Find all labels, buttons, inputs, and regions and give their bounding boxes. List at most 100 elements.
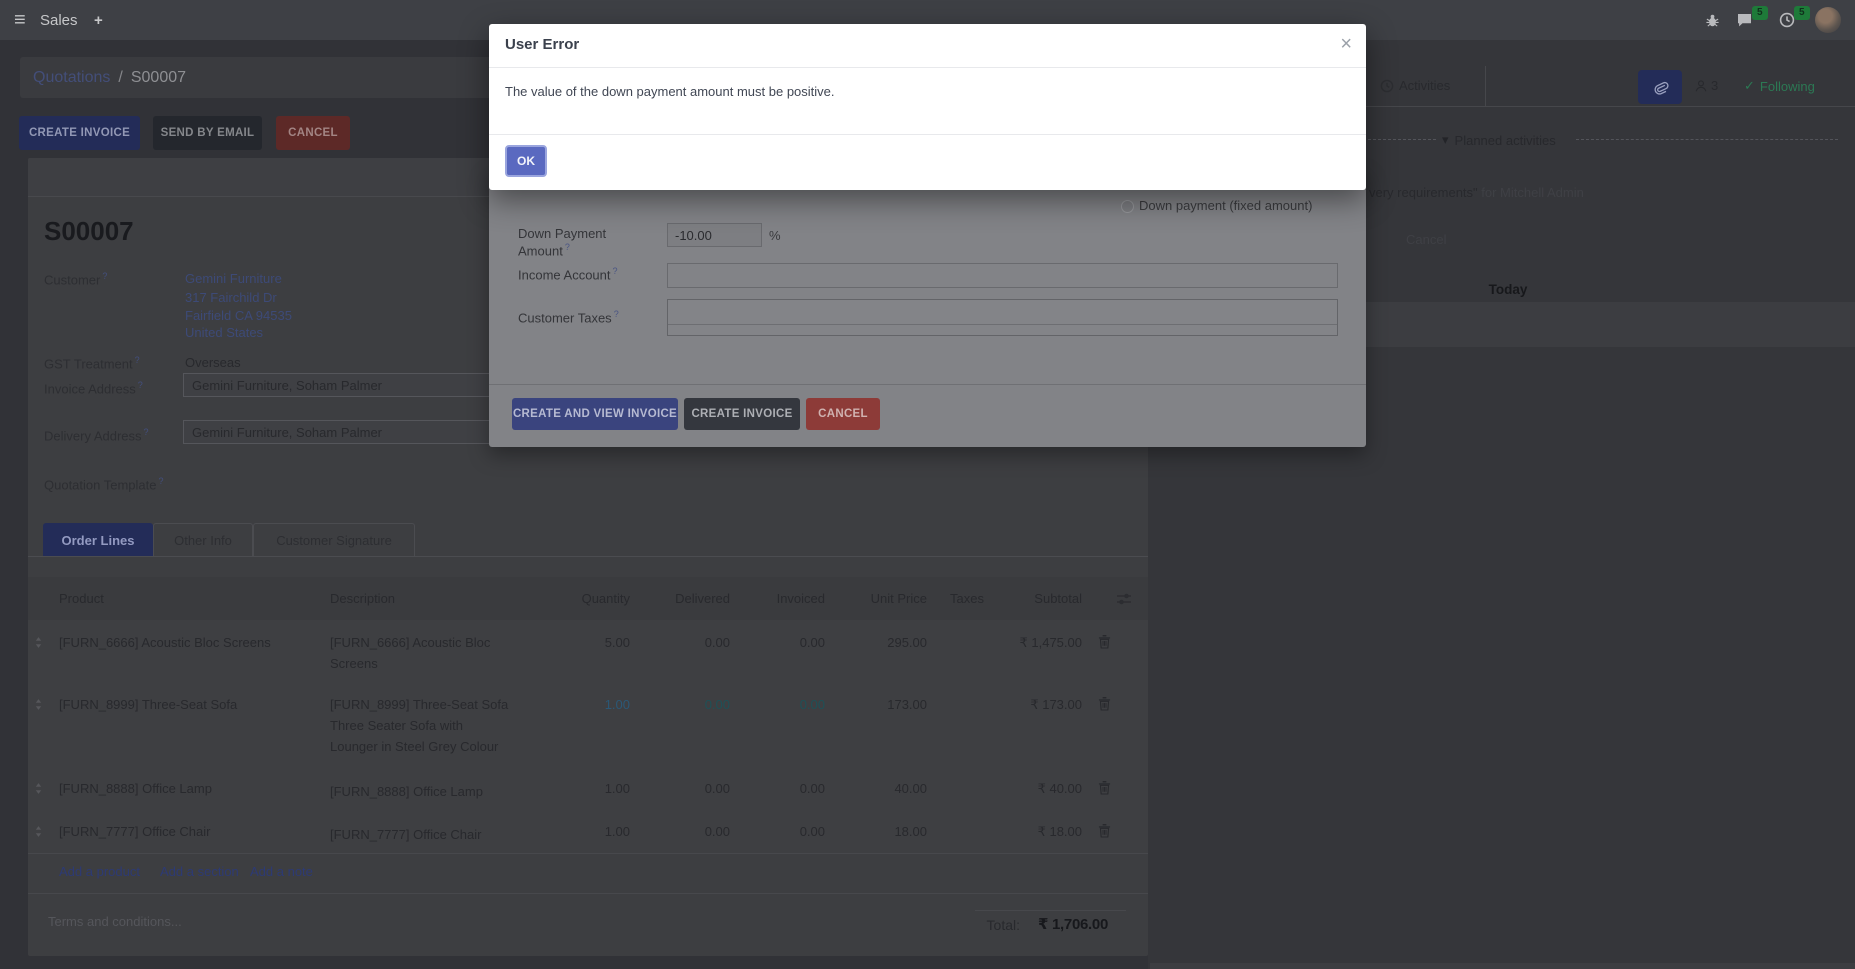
messages-icon[interactable] bbox=[1736, 0, 1753, 40]
col-unit-price[interactable]: Unit Price bbox=[838, 577, 927, 620]
order-lines-header: Product Description Quantity Delivered I… bbox=[28, 577, 1148, 621]
close-icon[interactable]: × bbox=[1340, 32, 1352, 56]
create-and-view-invoice-label: CREATE AND VIEW INVOICE bbox=[513, 408, 677, 420]
optional-columns-icon[interactable] bbox=[1116, 577, 1132, 620]
tab-order-lines[interactable]: Order Lines bbox=[43, 523, 153, 557]
app-root: ≡ Sales + 5 5 Quotations / S00007 CREATE… bbox=[0, 0, 1855, 969]
customer-taxes-label: Customer Taxes? bbox=[518, 309, 619, 325]
unit-price-cell[interactable]: 173.00 bbox=[838, 697, 927, 712]
wizard-footer-divider bbox=[489, 384, 1366, 385]
send-by-email-button[interactable]: SEND BY EMAIL bbox=[153, 116, 262, 150]
apps-menu-icon[interactable]: ≡ bbox=[14, 0, 26, 40]
order-line-row[interactable]: [FURN_8999] Three-Seat Sofa [FURN_8999] … bbox=[28, 687, 1148, 769]
tab-other-info-label: Other Info bbox=[174, 533, 232, 548]
following-button[interactable]: ✓ Following bbox=[1744, 78, 1815, 94]
order-line-row[interactable]: [FURN_7777] Office Chair [FURN_7777] Off… bbox=[28, 808, 1148, 854]
invoiced-cell[interactable]: 0.00 bbox=[753, 781, 825, 796]
invoice-address-label: Invoice Address? bbox=[44, 380, 143, 396]
user-avatar[interactable] bbox=[1815, 7, 1841, 33]
unit-price-cell[interactable]: 295.00 bbox=[838, 635, 927, 650]
delivered-cell[interactable]: 0.00 bbox=[658, 635, 730, 650]
description-cell[interactable]: [FURN_7777] Office Chair bbox=[330, 824, 510, 845]
chatter-tab-divider bbox=[1485, 66, 1486, 106]
delivered-cell[interactable]: 0.00 bbox=[658, 697, 730, 712]
order-line-row[interactable]: [FURN_8888] Office Lamp [FURN_8888] Offi… bbox=[28, 768, 1148, 809]
breadcrumb-parent-link[interactable]: Quotations bbox=[33, 69, 110, 87]
product-cell[interactable]: [FURN_8999] Three-Seat Sofa bbox=[59, 697, 237, 712]
unit-price-cell[interactable]: 18.00 bbox=[838, 824, 927, 839]
create-invoice-button[interactable]: CREATE INVOICE bbox=[19, 116, 140, 150]
create-and-view-invoice-button[interactable]: CREATE AND VIEW INVOICE bbox=[512, 398, 678, 430]
delivered-cell[interactable]: 0.00 bbox=[658, 781, 730, 796]
drag-handle-icon[interactable] bbox=[34, 825, 43, 838]
delete-row-icon[interactable] bbox=[1098, 780, 1111, 795]
unit-price-cell[interactable]: 40.00 bbox=[838, 781, 927, 796]
delete-row-icon[interactable] bbox=[1098, 634, 1111, 649]
customer-country-link[interactable]: United States bbox=[185, 325, 263, 340]
activities-badge-count: 5 bbox=[1799, 7, 1805, 18]
delete-row-icon[interactable] bbox=[1098, 696, 1111, 711]
product-cell[interactable]: [FURN_7777] Office Chair bbox=[59, 824, 211, 839]
description-cell[interactable]: [FURN_6666] Acoustic Bloc Screens bbox=[330, 632, 510, 674]
delete-row-icon[interactable] bbox=[1098, 823, 1111, 838]
invoiced-cell[interactable]: 0.00 bbox=[753, 824, 825, 839]
customer-city-link[interactable]: Fairfield CA 94535 bbox=[185, 308, 292, 323]
down-payment-amount-input[interactable]: -10.00 bbox=[667, 223, 762, 247]
invoiced-cell[interactable]: 0.00 bbox=[753, 697, 825, 712]
wizard-cancel-button[interactable]: CANCEL bbox=[806, 398, 880, 430]
attach-file-button[interactable] bbox=[1638, 70, 1682, 104]
ok-button[interactable]: OK bbox=[505, 145, 547, 177]
add-product-link[interactable]: Add a product bbox=[59, 864, 140, 879]
col-description[interactable]: Description bbox=[330, 577, 395, 620]
help-icon: ? bbox=[159, 476, 164, 486]
income-account-input[interactable] bbox=[667, 263, 1338, 288]
col-subtotal[interactable]: Subtotal bbox=[968, 577, 1082, 620]
drag-handle-icon[interactable] bbox=[34, 782, 43, 795]
drag-handle-icon[interactable] bbox=[34, 636, 43, 649]
customer-name-link[interactable]: Gemini Furniture bbox=[185, 271, 282, 286]
wizard-create-invoice-button[interactable]: CREATE INVOICE bbox=[684, 398, 800, 430]
new-tab-button[interactable]: + bbox=[94, 0, 103, 40]
customer-street-link[interactable]: 317 Fairchild Dr bbox=[185, 290, 277, 305]
col-invoiced[interactable]: Invoiced bbox=[753, 577, 825, 620]
quantity-cell[interactable]: 5.00 bbox=[548, 635, 630, 650]
delivered-cell[interactable]: 0.00 bbox=[658, 824, 730, 839]
tab-activities[interactable]: Activities bbox=[1380, 78, 1450, 93]
followers-button[interactable]: 3 bbox=[1694, 78, 1718, 93]
cancel-button[interactable]: CANCEL bbox=[276, 116, 350, 150]
invoiced-cell[interactable]: 0.00 bbox=[753, 635, 825, 650]
product-cell[interactable]: [FURN_8888] Office Lamp bbox=[59, 781, 212, 796]
description-cell[interactable]: [FURN_8999] Three-Seat Sofa Three Seater… bbox=[330, 694, 510, 757]
customer-taxes-input[interactable] bbox=[667, 299, 1338, 336]
activity-cancel-link[interactable]: Cancel bbox=[1406, 232, 1446, 247]
drag-handle-icon[interactable] bbox=[34, 698, 43, 711]
followers-count: 3 bbox=[1711, 78, 1718, 93]
today-separator: Today bbox=[1448, 282, 1568, 297]
activities-clock-icon[interactable] bbox=[1779, 0, 1795, 40]
terms-input[interactable]: Terms and conditions... bbox=[48, 914, 182, 929]
person-icon bbox=[1694, 79, 1708, 93]
description-cell[interactable]: [FURN_8888] Office Lamp bbox=[330, 781, 510, 802]
clock-icon bbox=[1380, 79, 1394, 93]
col-quantity[interactable]: Quantity bbox=[548, 577, 630, 620]
messages-badge: 5 bbox=[1752, 6, 1768, 20]
col-product[interactable]: Product bbox=[59, 577, 104, 620]
product-cell[interactable]: [FURN_6666] Acoustic Bloc Screens bbox=[59, 635, 271, 650]
quantity-cell[interactable]: 1.00 bbox=[548, 781, 630, 796]
cancel-label: CANCEL bbox=[288, 127, 338, 139]
add-note-link[interactable]: Add a note bbox=[250, 864, 313, 879]
tab-customer-signature[interactable]: Customer Signature bbox=[253, 523, 415, 557]
quantity-cell[interactable]: 1.00 bbox=[548, 697, 630, 712]
planned-activities-toggle[interactable]: ▾ Planned activities bbox=[1442, 132, 1556, 148]
col-delivered[interactable]: Delivered bbox=[658, 577, 730, 620]
add-section-link[interactable]: Add a section bbox=[160, 864, 239, 879]
activity-summary: very requirements" for Mitchell Admin bbox=[1369, 185, 1584, 200]
down-payment-fixed-label[interactable]: Down payment (fixed amount) bbox=[1139, 198, 1312, 213]
quantity-cell[interactable]: 1.00 bbox=[548, 824, 630, 839]
debug-bug-icon[interactable] bbox=[1705, 0, 1720, 40]
help-icon: ? bbox=[138, 380, 143, 390]
down-payment-fixed-radio[interactable] bbox=[1121, 200, 1134, 213]
app-name[interactable]: Sales bbox=[40, 0, 78, 40]
order-line-row[interactable]: [FURN_6666] Acoustic Bloc Screens [FURN_… bbox=[28, 620, 1148, 688]
tab-other-info[interactable]: Other Info bbox=[153, 523, 253, 557]
